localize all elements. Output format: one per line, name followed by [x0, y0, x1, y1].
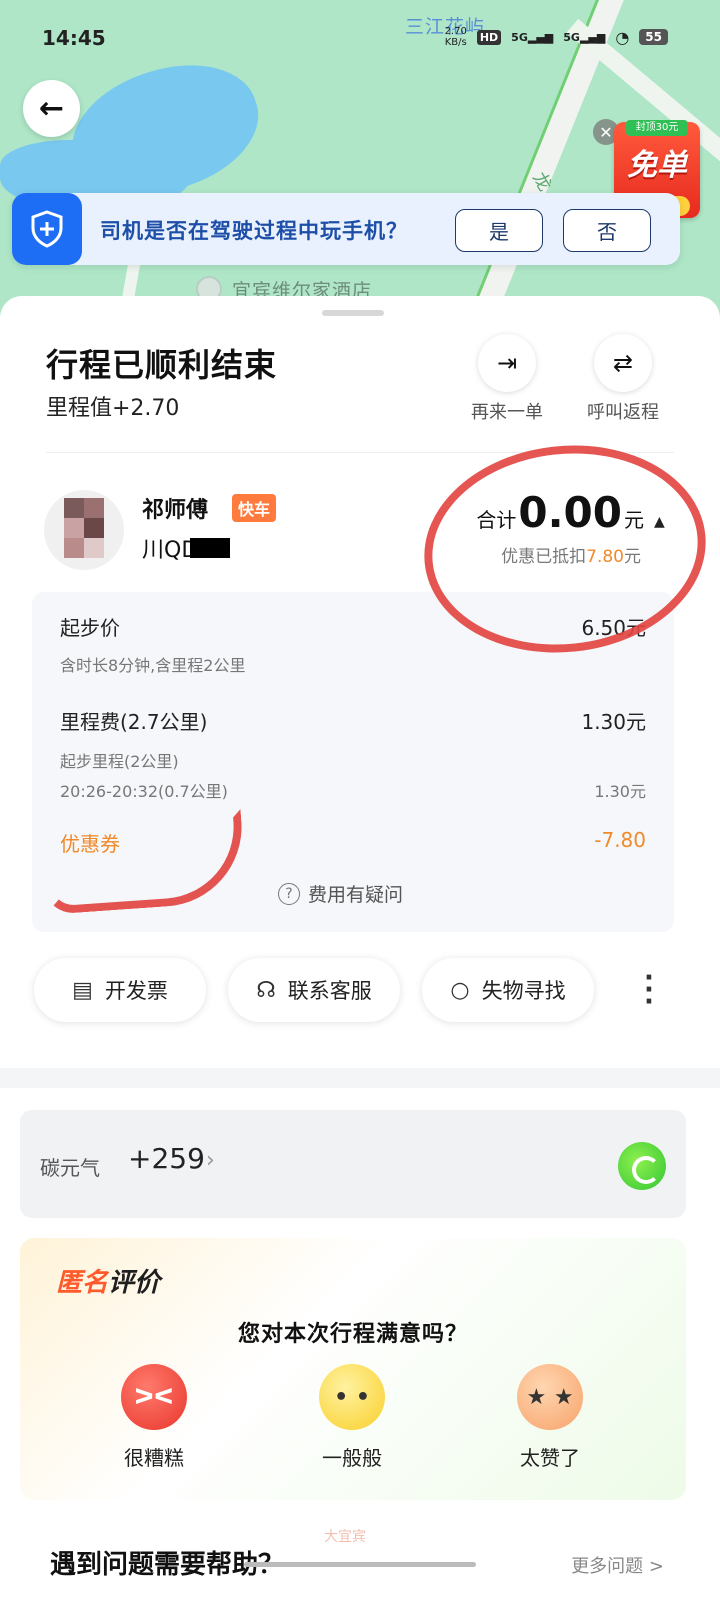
avatar-pixel	[84, 498, 104, 518]
more-questions-link[interactable]: 更多问题 >	[571, 1552, 664, 1578]
contact-service-button[interactable]: ☊ 联系客服	[228, 958, 400, 1022]
mileage-fee-value: 1.30元	[581, 710, 646, 734]
network-speed-value: 2.70	[444, 26, 467, 37]
lost-item-button[interactable]: ○ 失物寻找	[422, 958, 594, 1022]
invoice-button[interactable]: ▤ 开发票	[34, 958, 206, 1022]
map-view[interactable]: 三江花屿 龙 宜宾维尔家酒店	[0, 0, 720, 330]
anonymous-title-part: 匿名	[56, 1268, 109, 1298]
rating-bad-label[interactable]: 很糟糕	[94, 1442, 214, 1471]
signal-icon: 5G▂▄▆	[511, 30, 554, 44]
status-time: 14:45	[42, 26, 106, 50]
mileage-fee-detail-value: 1.30元	[594, 782, 646, 801]
neutral-face-icon[interactable]: • •	[319, 1364, 385, 1430]
driver-name: 祁师傅	[142, 498, 209, 523]
avatar-pixel	[64, 518, 84, 538]
wifi-icon: ◔	[615, 27, 630, 47]
contact-service-label: 联系客服	[287, 979, 372, 1003]
avatar-pixel	[64, 538, 84, 558]
angry-face-icon[interactable]: ᐳᐸ	[121, 1364, 187, 1430]
book-again-button[interactable]: ⇥	[478, 334, 536, 392]
swap-icon: ⇄	[612, 349, 634, 377]
anonymous-title-part: 评价	[108, 1268, 161, 1298]
no-button[interactable]: 否	[563, 209, 651, 252]
battery-icon: 55	[639, 29, 668, 45]
watermark: 大宜宾	[324, 1529, 366, 1545]
gesture-bar[interactable]	[244, 1562, 476, 1567]
rating-card: 匿名评价 您对本次行程满意吗？ ᐳᐸ 很糟糕 • • 一般般 ★ ★ 太赞了	[20, 1238, 686, 1500]
rating-ok-label[interactable]: 一般般	[292, 1442, 412, 1471]
base-fare-label: 起步价	[60, 616, 120, 640]
book-again-label[interactable]: 再来一单	[452, 398, 562, 424]
section-gap	[0, 1068, 720, 1088]
signal-label: 5G	[563, 30, 580, 44]
headset-icon: ☊	[256, 977, 276, 1003]
service-type-badge: 快车	[232, 494, 277, 522]
search-icon: ○	[450, 977, 470, 1003]
more-options-icon[interactable]: · · ·	[644, 965, 654, 1015]
rating-great-label[interactable]: 太赞了	[490, 1442, 610, 1471]
promo-title: 免单	[627, 148, 687, 183]
signal-icon: 5G▂▄▆	[563, 30, 606, 44]
fee-question-label: 费用有疑问	[308, 884, 404, 906]
trip-summary-sheet: 行程已顺利结束 里程值+2.70 ⇥ 再来一单 ⇄ 呼叫返程 祁师傅 快车 川Q…	[0, 296, 720, 1600]
mileage-points: 里程值+2.70	[46, 396, 180, 421]
chevron-right-icon: ›	[206, 1148, 215, 1173]
network-speed-unit: KB/s	[444, 37, 467, 48]
return-trip-label[interactable]: 呼叫返程	[568, 398, 678, 424]
star-eyes-face-icon[interactable]: ★ ★	[517, 1364, 583, 1430]
carbon-points-card[interactable]: 碳元气 +259 ›	[20, 1110, 686, 1218]
coupon-value: -7.80	[594, 828, 646, 852]
signal-label: 5G	[511, 30, 528, 44]
document-icon: ▤	[72, 977, 93, 1003]
lost-item-label: 失物寻找	[481, 979, 566, 1003]
yes-button[interactable]: 是	[455, 209, 543, 252]
shield-icon	[12, 193, 82, 265]
network-speed: 2.70 KB/s	[445, 26, 467, 48]
question-icon: ?	[278, 882, 300, 905]
mileage-fee-detail: 20:26-20:32(0.7公里)	[60, 782, 228, 801]
hd-icon: HD	[476, 29, 502, 45]
promo-cap: 封顶30元	[626, 120, 688, 136]
mileage-fee-detail: 起步里程(2公里)	[60, 752, 179, 771]
avatar-pixel	[84, 518, 104, 538]
mileage-fee-label: 里程费(2.7公里)	[60, 710, 208, 734]
drag-handle[interactable]	[322, 310, 384, 316]
safety-question-banner: 司机是否在驾驶过程中玩手机？ 是 否	[12, 193, 680, 265]
avatar[interactable]	[44, 490, 124, 570]
page-title: 行程已顺利结束	[46, 346, 278, 384]
invoice-label: 开发票	[104, 979, 168, 1003]
return-trip-button[interactable]: ⇄	[594, 334, 652, 392]
carbon-value: +259	[128, 1142, 205, 1175]
avatar-pixel	[64, 498, 84, 518]
arrow-left-icon: ←	[38, 91, 65, 126]
carbon-mascot-icon[interactable]	[618, 1142, 666, 1190]
base-fare-detail: 含时长8分钟,含里程2公里	[60, 656, 246, 675]
fee-question-link[interactable]: ? 费用有疑问	[278, 880, 403, 907]
plate-redaction	[190, 538, 230, 558]
carbon-label: 碳元气	[40, 1156, 100, 1180]
anonymous-rating-title: 匿名评价	[56, 1262, 160, 1299]
avatar-pixel	[84, 538, 104, 558]
safety-question: 司机是否在驾驶过程中玩手机？	[100, 219, 408, 243]
exit-arrow-icon: ⇥	[496, 349, 518, 377]
rating-question: 您对本次行程满意吗？	[237, 1322, 468, 1347]
status-icons: 2.70 KB/s HD 5G▂▄▆ 5G▂▄▆ ◔ 55	[445, 26, 668, 48]
back-button[interactable]: ←	[23, 80, 80, 137]
